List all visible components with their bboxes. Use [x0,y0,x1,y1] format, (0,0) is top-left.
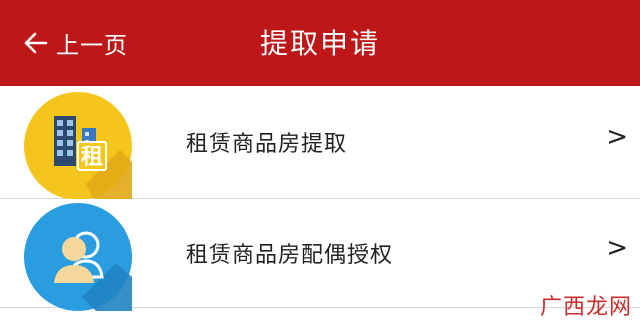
page-title: 提取申请 [259,27,380,60]
list-item-label: 租赁商品房提取 [186,132,348,157]
watermark: 广西龙网 [539,295,632,320]
chevron-right-icon: > [606,122,628,152]
menu-list: 租 租赁商品房提取 > 租赁商品房配偶授权 > [0,86,640,311]
list-item-label: 租赁商品房配偶授权 [186,243,394,268]
user-pair-icon [24,203,132,311]
building-rent-icon: 租 [24,92,132,200]
chevron-right-icon: > [606,233,628,263]
svg-text:租: 租 [81,145,103,170]
list-item-rental-withdrawal[interactable]: 租 租赁商品房提取 > [0,86,640,200]
header-bar: 上一页 提取申请 [0,0,640,86]
